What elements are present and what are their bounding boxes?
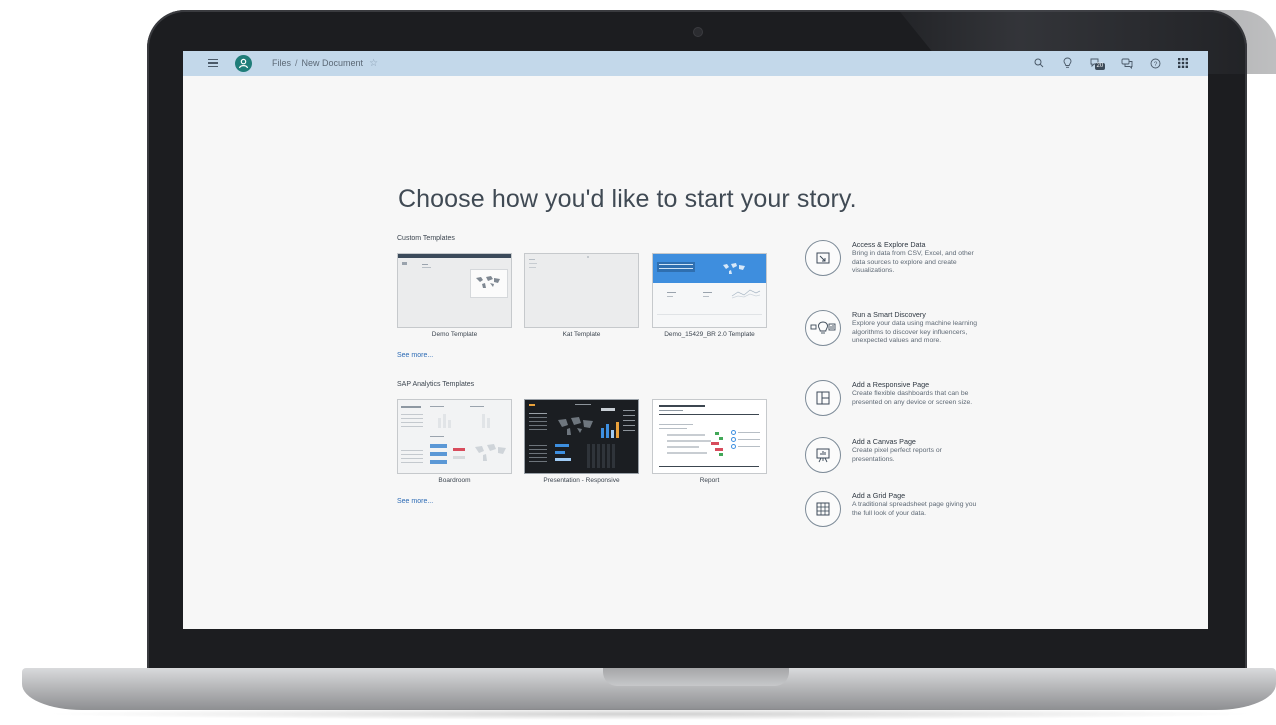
lightbulb-icon[interactable] xyxy=(1060,56,1074,70)
template-tile-boardroom[interactable]: Boardroom xyxy=(397,399,512,484)
tile-label: Boardroom xyxy=(438,477,471,484)
hamburger-menu-icon[interactable] xyxy=(208,59,218,68)
sap-templates-heading: SAP Analytics Templates xyxy=(397,381,475,388)
tile-label: Presentation - Responsive xyxy=(543,477,620,484)
option-title: Add a Canvas Page xyxy=(852,437,916,446)
notifications-icon[interactable]: 20 xyxy=(1088,56,1106,70)
user-avatar[interactable] xyxy=(235,55,252,72)
svg-text:?: ? xyxy=(1153,61,1157,68)
presentation-responsive-template-thumbnail xyxy=(524,399,639,474)
template-tile-demo-15429[interactable]: Demo_15429_BR 2.0 Template xyxy=(652,253,767,338)
import-data-icon xyxy=(805,240,841,276)
canvas-page-icon xyxy=(805,437,841,473)
breadcrumb-current: New Document xyxy=(301,58,364,68)
boardroom-template-thumbnail xyxy=(397,399,512,474)
breadcrumb-separator: / xyxy=(295,58,298,68)
favorite-star-icon[interactable]: ☆ xyxy=(369,58,378,69)
option-canvas-page[interactable]: Add a Canvas Page Create pixel perfect r… xyxy=(805,437,1015,481)
smart-discovery-icon xyxy=(805,310,841,346)
template-tile-kat[interactable]: Kat Template xyxy=(524,253,639,338)
option-access-explore-data[interactable]: Access & Explore Data Bring in data from… xyxy=(805,240,1015,300)
custom-templates-heading: Custom Templates xyxy=(397,235,455,242)
app-grid-icon[interactable] xyxy=(1176,56,1190,70)
tile-label: Kat Template xyxy=(562,331,601,338)
shell-bar: Files / New Document ☆ 20 ? xyxy=(183,51,1208,76)
option-title: Access & Explore Data xyxy=(852,240,926,249)
report-template-thumbnail xyxy=(652,399,767,474)
page-title: Choose how you'd like to start your stor… xyxy=(398,185,857,213)
option-smart-discovery[interactable]: Run a Smart Discovery Explore your data … xyxy=(805,310,1015,370)
shell-actions: 20 ? xyxy=(1032,56,1190,70)
option-title: Add a Responsive Page xyxy=(852,380,930,389)
demo-template-thumbnail xyxy=(397,253,512,328)
kat-template-thumbnail xyxy=(524,253,639,328)
template-tile-presentation-responsive[interactable]: Presentation - Responsive xyxy=(524,399,639,484)
option-description: Create flexible dashboards that can be p… xyxy=(852,390,973,406)
laptop-shadow xyxy=(40,708,1260,720)
breadcrumb-files-link[interactable]: Files xyxy=(272,58,291,68)
tile-label: Report xyxy=(699,477,720,484)
breadcrumb: Files / New Document ☆ xyxy=(272,58,378,69)
option-description: Bring in data from CSV, Excel, and other… xyxy=(852,250,974,275)
option-title: Add a Grid Page xyxy=(852,491,906,500)
notification-count-badge: 20 xyxy=(1095,63,1105,70)
tile-label: Demo Template xyxy=(431,331,478,338)
sap-templates-see-more-link[interactable]: See more... xyxy=(397,498,433,505)
option-description: A traditional spreadsheet page giving yo… xyxy=(852,501,977,517)
responsive-page-icon xyxy=(805,380,841,416)
option-title: Run a Smart Discovery xyxy=(852,310,926,319)
help-icon[interactable]: ? xyxy=(1148,56,1162,70)
template-tile-report[interactable]: Report xyxy=(652,399,767,484)
laptop-base-notch xyxy=(603,668,789,686)
demo-15429-template-thumbnail xyxy=(652,253,767,328)
app-screen: Files / New Document ☆ 20 ? Choose how y… xyxy=(183,51,1208,629)
option-grid-page[interactable]: Add a Grid Page A traditional spreadshee… xyxy=(805,491,1015,539)
feedback-icon[interactable] xyxy=(1120,56,1134,70)
grid-page-icon xyxy=(805,491,841,527)
webcam xyxy=(694,28,702,36)
search-icon[interactable] xyxy=(1032,56,1046,70)
template-tile-demo[interactable]: Demo Template xyxy=(397,253,512,338)
custom-templates-see-more-link[interactable]: See more... xyxy=(397,352,433,359)
option-description: Create pixel perfect reports or presenta… xyxy=(852,447,942,463)
tile-label: Demo_15429_BR 2.0 Template xyxy=(664,331,755,338)
option-responsive-page[interactable]: Add a Responsive Page Create flexible da… xyxy=(805,380,1015,432)
option-description: Explore your data using machine learning… xyxy=(852,320,978,345)
